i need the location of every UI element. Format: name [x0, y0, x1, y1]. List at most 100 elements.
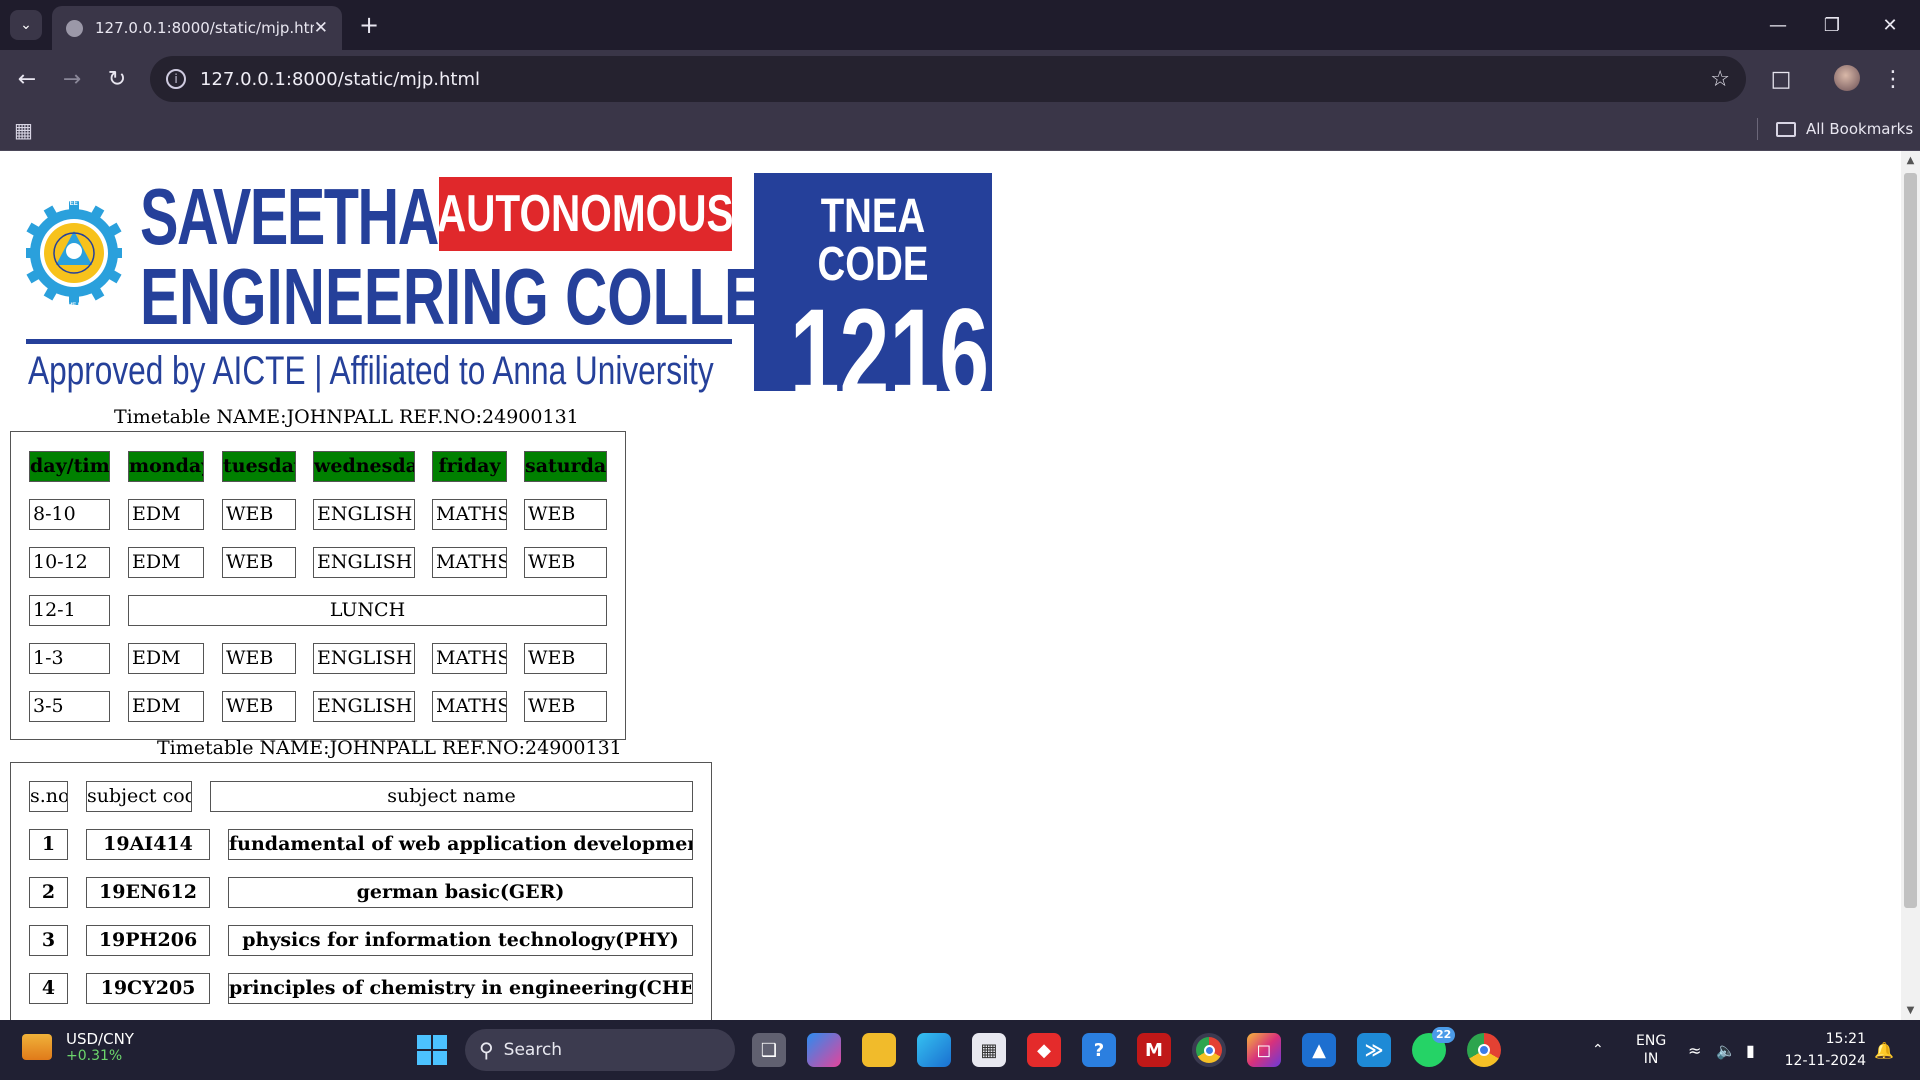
th-monday: monday [128, 451, 204, 482]
browser-tab[interactable]: 127.0.0.1:8000/static/mjp.html ✕ [52, 6, 342, 50]
chevron-down-icon: ⌄ [20, 17, 32, 33]
lang-top: ENG [1636, 1033, 1667, 1049]
table-cell: EDM [128, 643, 204, 674]
emblem-bottom-text: BE THE BEST [54, 303, 94, 309]
browser-tab-strip: ⌄ 127.0.0.1:8000/static/mjp.html ✕ + — ❐… [0, 0, 1920, 50]
table-cell: WEB [524, 547, 607, 578]
whatsapp-badge: 22 [1432, 1027, 1456, 1043]
th-sno: s.no [29, 781, 68, 812]
taskbar-search[interactable]: ⚲ Search [465, 1029, 735, 1071]
page-viewport: SAVEETHA BE THE BEST SAVEETHA AUTONOMOUS… [0, 151, 1901, 1020]
autonomous-label: AUTONOMOUS [437, 185, 734, 243]
th-saturday: saturday [524, 451, 607, 482]
photos-icon[interactable]: ▲ [1302, 1033, 1336, 1067]
autonomous-badge: AUTONOMOUS [437, 177, 734, 251]
table-cell: MATHS [432, 547, 507, 578]
timetable-caption: Timetable NAME:JOHNPALL REF.NO:24900131 [114, 406, 579, 428]
table-cell-sno: 3 [29, 925, 68, 956]
language-indicator[interactable]: ENG IN [1636, 1020, 1666, 1080]
table-cell: EDM [128, 499, 204, 530]
table-cell: WEB [222, 691, 296, 722]
subjects-caption: Timetable NAME:JOHNPALL REF.NO:24900131 [157, 737, 622, 759]
wifi-icon[interactable]: ≈ [1688, 1020, 1701, 1080]
close-window-icon[interactable]: ✕ [1870, 10, 1910, 40]
table-cell: WEB [524, 643, 607, 674]
logo-name-line1: SAVEETHA [140, 172, 439, 261]
file-explorer-icon[interactable] [862, 1033, 896, 1067]
widget-title: USD/CNY [66, 1030, 134, 1048]
extensions-icon[interactable]: □ [1766, 64, 1796, 94]
th-subject-name: subject name [210, 781, 693, 812]
reload-icon[interactable]: ↻ [102, 64, 132, 94]
table-cell-time: 10-12 [29, 547, 110, 578]
th-wednesday: wednesday [313, 451, 415, 482]
minimize-icon[interactable]: — [1758, 10, 1798, 40]
instagram-icon[interactable]: ◻ [1247, 1033, 1281, 1067]
table-cell-time: 1-3 [29, 643, 110, 674]
profile-avatar[interactable] [1834, 65, 1860, 91]
windows-start-icon[interactable] [417, 1035, 447, 1065]
clock-date: 12-11-2024 [1784, 1053, 1866, 1069]
new-tab-button[interactable]: + [354, 10, 384, 40]
restore-icon[interactable]: ❐ [1812, 10, 1852, 40]
globe-icon [66, 19, 83, 37]
table-cell-name: german basic(GER) [228, 877, 693, 908]
mcafee-icon[interactable]: M [1137, 1033, 1171, 1067]
table-cell-name: fundamental of web application developme… [228, 829, 693, 860]
back-arrow-icon[interactable]: ← [12, 64, 42, 94]
volume-icon[interactable]: 🔈 [1716, 1020, 1736, 1080]
college-emblem: SAVEETHA BE THE BEST [26, 181, 122, 325]
weather-widget[interactable]: USD/CNY +0.31% [22, 1030, 134, 1064]
scroll-up-arrow-icon[interactable]: ▲ [1905, 155, 1916, 166]
scroll-thumb[interactable] [1904, 173, 1917, 908]
lunch-cell: LUNCH [128, 595, 607, 626]
vscode-icon[interactable]: ≫ [1357, 1033, 1391, 1067]
notification-bell-icon[interactable]: 🔔 [1874, 1020, 1894, 1080]
edge-icon[interactable] [917, 1033, 951, 1067]
table-cell: WEB [222, 499, 296, 530]
bookmarks-divider [1757, 118, 1758, 140]
table-cell-name: physics for information technology(PHY) [228, 925, 693, 956]
help-icon[interactable]: ? [1082, 1033, 1116, 1067]
browser-toolbar: ← → ↻ i 127.0.0.1:8000/static/mjp.html ☆… [0, 50, 1920, 108]
app-red-icon[interactable]: ◆ [1027, 1033, 1061, 1067]
menu-kebab-icon[interactable]: ⋮ [1878, 64, 1908, 94]
chrome-icon[interactable] [1192, 1033, 1226, 1067]
table-cell: WEB [524, 499, 607, 530]
logo-name-line2: ENGINEERING COLLEGE [140, 252, 848, 341]
bookmark-star-icon[interactable]: ☆ [1710, 67, 1730, 92]
th-day-time: day/time [29, 451, 110, 482]
table-cell-code: 19AI414 [86, 829, 210, 860]
table-cell-sno: 1 [29, 829, 68, 860]
table-cell: MATHS [432, 643, 507, 674]
currency-icon [22, 1034, 52, 1060]
logo-rule [26, 339, 732, 344]
table-cell-time: 3-5 [29, 691, 110, 722]
tnea-label: TNEA CODE [817, 190, 929, 291]
all-bookmarks-button[interactable]: All Bookmarks [1776, 116, 1913, 142]
table-cell: EDM [128, 691, 204, 722]
close-tab-icon[interactable]: ✕ [314, 18, 328, 38]
whatsapp-icon[interactable]: 22 [1412, 1027, 1456, 1067]
table-cell-time: 12-1 [29, 595, 110, 626]
battery-icon[interactable]: ▮ [1746, 1020, 1755, 1080]
site-info-icon[interactable]: i [166, 69, 186, 89]
copilot-icon[interactable] [807, 1033, 841, 1067]
table-cell: MATHS [432, 499, 507, 530]
page-scrollbar[interactable]: ▲ ▼ [1901, 151, 1920, 1020]
task-view-icon[interactable]: ❑ [752, 1033, 786, 1067]
table-cell: WEB [524, 691, 607, 722]
store-icon[interactable]: ▦ [972, 1033, 1006, 1067]
apps-grid-icon[interactable]: ▦ [14, 118, 33, 142]
scroll-down-arrow-icon[interactable]: ▼ [1905, 1005, 1916, 1016]
taskbar: USD/CNY +0.31% ⚲ Search ❑ ▦ ◆ ? M ◻ ▲ ≫ … [0, 1020, 1920, 1080]
chrome-profile-icon[interactable] [1467, 1033, 1501, 1067]
table-cell: ENGLISH [313, 547, 415, 578]
forward-arrow-icon[interactable]: → [57, 64, 87, 94]
url-text[interactable]: 127.0.0.1:8000/static/mjp.html [200, 69, 1710, 90]
clock[interactable]: 15:21 12-11-2024 [1776, 1028, 1866, 1072]
tab-search-button[interactable]: ⌄ [10, 10, 42, 40]
tray-overflow-icon[interactable]: ⌃ [1592, 1020, 1604, 1080]
address-bar[interactable]: i 127.0.0.1:8000/static/mjp.html ☆ [150, 56, 1746, 102]
table-cell-code: 19CY205 [86, 973, 210, 1004]
